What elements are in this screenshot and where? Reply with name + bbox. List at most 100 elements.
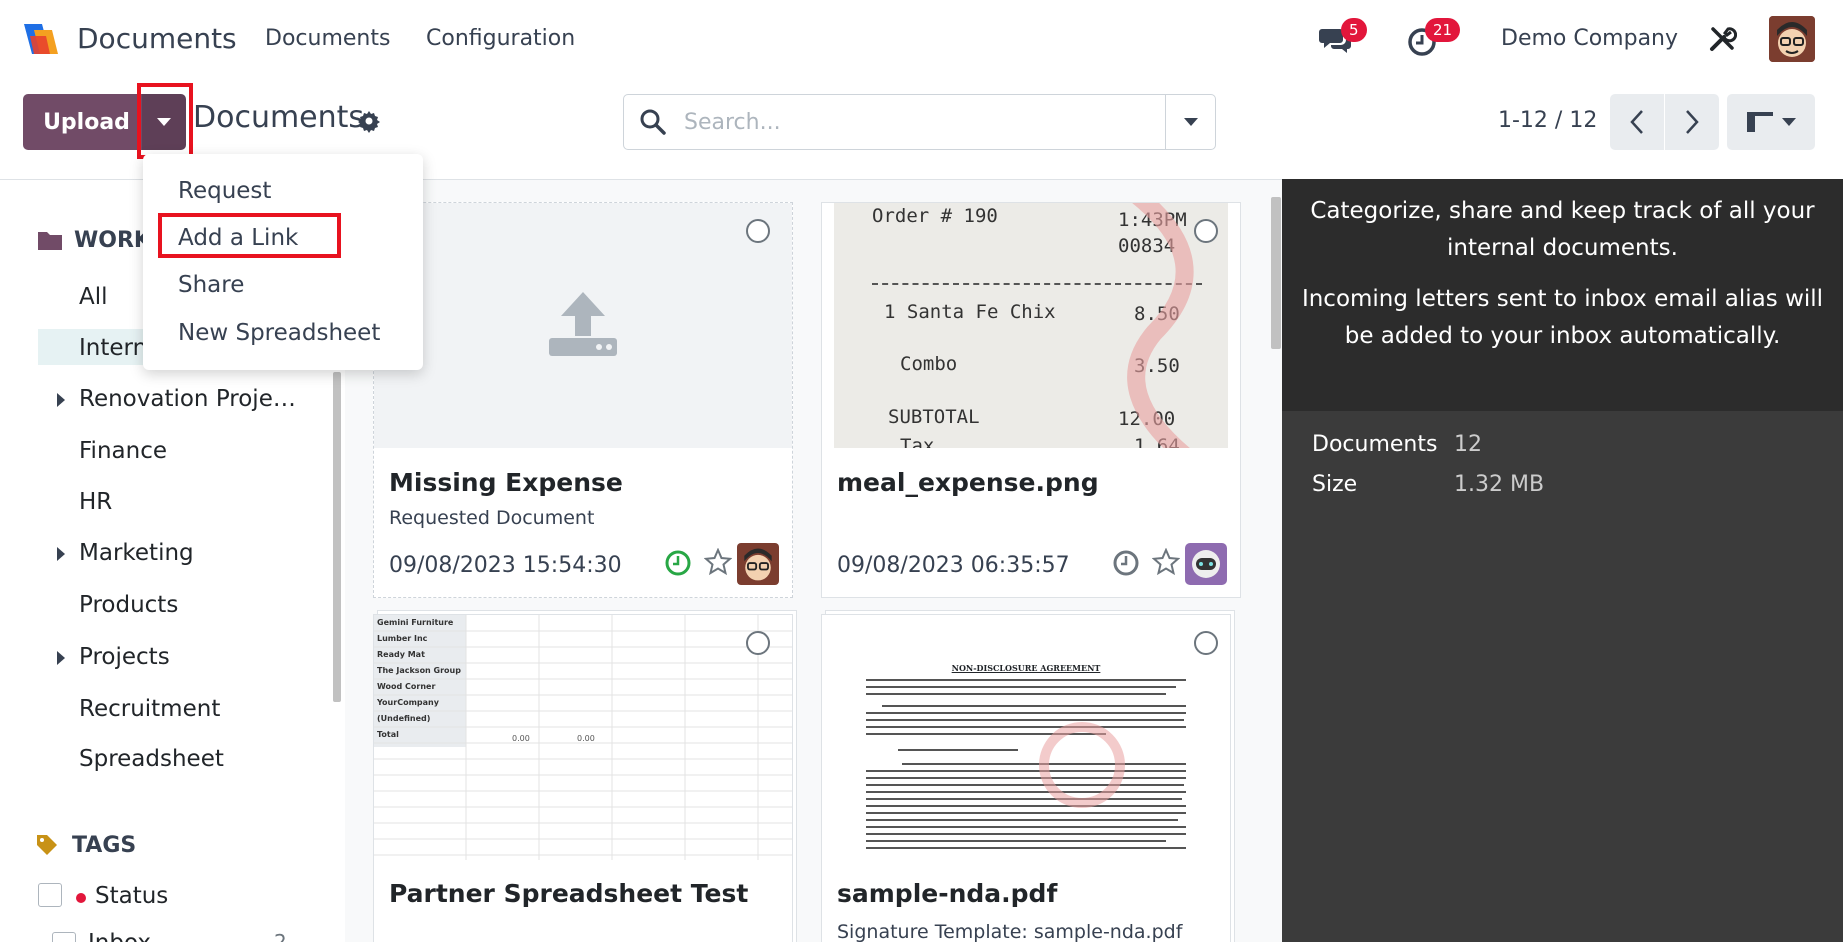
company-switcher[interactable]: Demo Company xyxy=(1501,26,1678,51)
page-title: Documents xyxy=(193,100,365,135)
tag-inbox-count: 2 xyxy=(274,930,287,942)
bot-avatar-icon xyxy=(1185,543,1227,585)
sidebar-item-products[interactable]: Products xyxy=(79,592,178,618)
card-select-radio[interactable] xyxy=(746,631,770,655)
sidebar-item-marketing[interactable]: Marketing xyxy=(79,540,194,566)
search-input[interactable] xyxy=(684,105,1144,139)
card-title: Missing Expense xyxy=(389,468,623,497)
expand-caret-icon[interactable] xyxy=(57,651,65,665)
expand-caret-icon[interactable] xyxy=(57,547,65,561)
user-avatar-icon xyxy=(1769,16,1815,62)
menu-item-request[interactable]: Request xyxy=(178,178,271,204)
receipt-text: Combo xyxy=(900,353,958,375)
spreadsheet-thumbnail: Gemini Furniture Lumber Inc Ready Mat The J… xyxy=(374,615,792,860)
document-card[interactable]: Order # 190 1:43PM 00834 1 Santa Fe Chix… xyxy=(821,202,1241,598)
document-card[interactable]: NON-DISCLOSURE AGREEMENT sample-nda.pdf xyxy=(821,614,1231,942)
chevron-right-icon xyxy=(1686,110,1699,134)
user-avatar[interactable] xyxy=(1769,16,1815,62)
search-options-toggle[interactable] xyxy=(1165,95,1215,149)
search-icon xyxy=(640,109,666,135)
messages-button[interactable]: 5 xyxy=(1315,18,1367,58)
receipt-text: Order # 190 xyxy=(872,205,998,227)
sheet-grid-lines xyxy=(374,615,792,860)
receipt-text: 1 Santa Fe Chix xyxy=(884,301,1056,323)
highlight-box-add-link xyxy=(158,213,341,258)
status-dot-icon xyxy=(76,893,86,903)
receipt-text: SUBTOTAL xyxy=(888,406,980,428)
tag-inbox[interactable]: Inbox xyxy=(88,930,151,942)
pager-value[interactable]: 1-12 / 12 xyxy=(1498,108,1597,133)
card-title: meal_expense.png xyxy=(837,468,1099,497)
tag-checkbox[interactable] xyxy=(38,883,62,907)
sidebar-item-finance[interactable]: Finance xyxy=(79,438,167,464)
card-select-radio[interactable] xyxy=(1194,631,1218,655)
help-text-inbox: Incoming letters sent to inbox email ali… xyxy=(1301,286,1824,349)
highlight-box-upload-toggle xyxy=(137,83,193,159)
tag-icon xyxy=(37,835,57,855)
sidebar-item-projects[interactable]: Projects xyxy=(79,644,170,670)
chevron-left-icon xyxy=(1630,110,1643,134)
expand-caret-icon[interactable] xyxy=(57,393,65,407)
pdf-thumbnail: NON-DISCLOSURE AGREEMENT xyxy=(822,615,1230,860)
card-date: 09/08/2023 15:54:30 xyxy=(389,553,622,578)
sidebar-scrollbar[interactable] xyxy=(333,372,341,702)
sidebar-item-all[interactable]: All xyxy=(79,284,108,310)
kanban-view-icon xyxy=(1747,112,1773,132)
search-bar xyxy=(623,94,1216,150)
view-switcher-button[interactable] xyxy=(1727,94,1815,150)
kanban-scrollbar[interactable] xyxy=(1271,197,1281,349)
card-select-radio[interactable] xyxy=(1194,219,1218,243)
card-preview xyxy=(374,203,792,448)
stat-size-value: 1.32 MB xyxy=(1454,472,1545,497)
pager-previous-button[interactable] xyxy=(1610,94,1664,150)
document-card[interactable]: Missing Expense Requested Document 09/08… xyxy=(373,202,793,598)
gear-icon[interactable] xyxy=(357,109,381,133)
favorite-star-icon[interactable] xyxy=(1152,548,1180,576)
tags-section-header[interactable]: TAGS xyxy=(72,833,136,858)
upload-button[interactable]: Upload xyxy=(23,94,150,150)
top-navbar: Documents Documents Configuration 5 21 D… xyxy=(0,0,1843,78)
receipt-text: Tax xyxy=(900,435,935,448)
tag-checkbox[interactable] xyxy=(52,932,76,942)
pager-next-button[interactable] xyxy=(1665,94,1719,150)
caret-down-icon xyxy=(1183,118,1198,126)
debug-tools-icon[interactable] xyxy=(1707,24,1737,54)
card-date: 09/08/2023 06:35:57 xyxy=(837,553,1070,578)
activity-clock-icon[interactable] xyxy=(1112,549,1140,577)
card-subtitle: Requested Document xyxy=(389,507,595,529)
menu-documents[interactable]: Documents xyxy=(265,26,390,51)
help-text-categorize: Categorize, share and keep track of all … xyxy=(1310,198,1815,261)
tag-status[interactable]: Status xyxy=(95,883,168,909)
card-subtitle-value: sample-nda.pdf xyxy=(1033,921,1183,942)
kanban-view: Missing Expense Requested Document 09/08… xyxy=(345,179,1282,942)
stat-documents-label: Documents xyxy=(1312,432,1438,457)
card-subtitle: Signature Template: sample-nda.pdf xyxy=(837,921,1182,942)
favorite-star-icon[interactable] xyxy=(704,548,732,576)
card-subtitle-label: Signature Template xyxy=(837,921,1022,942)
card-title: sample-nda.pdf xyxy=(837,879,1058,908)
menu-configuration[interactable]: Configuration xyxy=(426,26,575,51)
messages-count-badge: 5 xyxy=(1341,18,1367,42)
app-name[interactable]: Documents xyxy=(77,22,237,55)
stat-documents-value: 12 xyxy=(1454,432,1482,457)
sidebar-item-spreadsheet[interactable]: Spreadsheet xyxy=(79,746,224,772)
receipt-image: Order # 190 1:43PM 00834 1 Santa Fe Chix… xyxy=(834,203,1228,448)
caret-down-icon xyxy=(1782,118,1796,126)
card-title: Partner Spreadsheet Test xyxy=(389,879,749,908)
pdf-text-lines xyxy=(866,679,1186,849)
sidebar-item-hr[interactable]: HR xyxy=(79,489,112,515)
document-inspector-panel: Categorize, share and keep track of all … xyxy=(1282,179,1843,942)
activity-clock-icon[interactable] xyxy=(664,549,692,577)
sidebar-item-renovation-projects[interactable]: Renovation Proje… xyxy=(79,386,296,412)
sidebar-item-recruitment[interactable]: Recruitment xyxy=(79,696,220,722)
owner-avatar-icon xyxy=(737,543,779,585)
menu-item-new-spreadsheet[interactable]: New Spreadsheet xyxy=(178,320,380,346)
menu-item-share[interactable]: Share xyxy=(178,272,244,298)
documents-app-logo-icon[interactable] xyxy=(20,20,62,58)
upload-icon xyxy=(549,292,617,356)
activities-count-badge: 21 xyxy=(1425,18,1461,42)
document-card[interactable]: Gemini Furniture Lumber Inc Ready Mat The J… xyxy=(373,614,793,942)
activities-button[interactable]: 21 xyxy=(1405,18,1461,58)
folder-icon xyxy=(38,232,62,250)
card-select-radio[interactable] xyxy=(746,219,770,243)
